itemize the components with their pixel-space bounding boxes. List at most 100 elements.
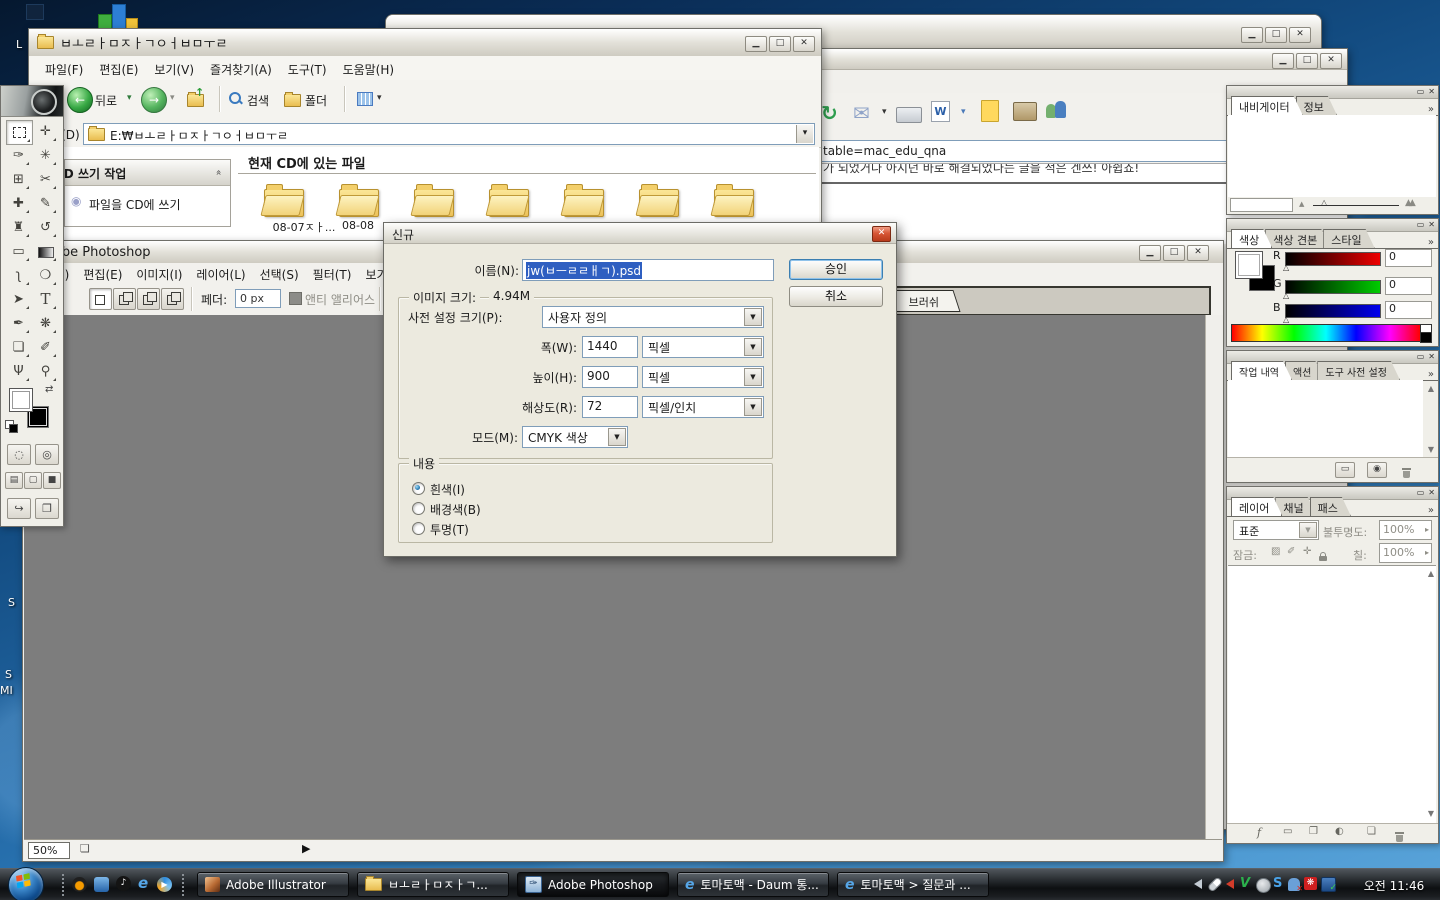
delete-layer-button[interactable] — [1395, 827, 1404, 846]
folder-item[interactable] — [639, 189, 679, 217]
lock-all-icon[interactable] — [1319, 546, 1327, 565]
radio-white-label[interactable]: 흰색(I) — [430, 481, 465, 498]
path-select-tool[interactable]: ➤ — [6, 288, 31, 311]
folder-item[interactable] — [339, 189, 379, 217]
layer-set-button[interactable]: ❐ — [1309, 826, 1318, 837]
taskbar-button-illustrator[interactable]: Adobe Illustrator — [197, 872, 349, 897]
dialog-close-button[interactable]: ✕ — [872, 226, 891, 242]
menu-view[interactable]: 보기(V) — [154, 61, 194, 78]
forward-dropdown-icon[interactable]: ▾ — [170, 93, 175, 103]
smudge-tool[interactable]: ʅ — [6, 264, 31, 287]
b-value-box[interactable]: 0 — [1385, 301, 1432, 319]
layer-effects-button[interactable]: f — [1257, 826, 1261, 839]
tab-info[interactable]: 정보 — [1296, 96, 1337, 115]
menu-layer[interactable]: 레이어(L) — [196, 266, 245, 283]
sponge-tool[interactable]: ❍ — [33, 264, 58, 287]
tab-layers[interactable]: 레이어 — [1231, 497, 1282, 516]
foreground-swatch[interactable] — [1235, 251, 1263, 279]
quicklaunch-icon-2[interactable] — [94, 877, 109, 892]
messenger-icon[interactable] — [1045, 100, 1067, 120]
selection-intersect-button[interactable] — [161, 288, 184, 310]
tray-skype-icon[interactable]: S — [1273, 876, 1282, 891]
layer-mask-button[interactable]: ▭ — [1283, 826, 1292, 837]
gradient-tool[interactable] — [33, 240, 58, 263]
folder-item[interactable] — [264, 189, 304, 217]
history-icon[interactable]: ↻ — [821, 101, 838, 125]
mail-dropdown-icon[interactable]: ▾ — [882, 107, 887, 117]
quicklaunch-icon-1[interactable] — [72, 877, 87, 892]
menu-edit[interactable]: 편집(E) — [83, 266, 122, 283]
menu-select[interactable]: 선택(S) — [260, 266, 299, 283]
status-expand-icon[interactable]: ▶ — [302, 842, 310, 855]
notes-icon[interactable] — [981, 100, 999, 122]
taskbar-button-photoshop[interactable]: ✑ Adobe Photoshop — [517, 872, 669, 897]
search-label[interactable]: 검색 — [247, 92, 269, 109]
spin-icon[interactable]: ▸ — [1425, 544, 1429, 562]
shape-tool[interactable]: ❋ — [33, 312, 58, 335]
views-dropdown-icon[interactable]: ▾ — [377, 93, 382, 103]
printer-icon[interactable] — [896, 107, 922, 123]
quicklaunch-ie-icon[interactable]: e — [138, 874, 148, 892]
scroll-up-icon[interactable]: ▲ — [1428, 569, 1434, 578]
move-tool[interactable]: ✛ — [33, 120, 58, 143]
screen-mode-full-menubar-button[interactable]: ▢ — [24, 472, 42, 489]
task-pane-item[interactable]: 파일을 CD에 쓰기 — [89, 196, 181, 213]
opacity-box[interactable]: 100% ▸ — [1379, 520, 1432, 540]
tray-agent-icon[interactable] — [1256, 878, 1271, 893]
panel-menu-icon[interactable]: » — [1424, 237, 1438, 248]
search-icon[interactable] — [229, 92, 242, 105]
zoom-out-icon[interactable]: ▲ — [1299, 200, 1304, 208]
folder-item[interactable] — [414, 189, 454, 217]
quicklaunch-grip[interactable] — [62, 874, 64, 896]
selection-add-button[interactable] — [113, 288, 136, 310]
minimize-button[interactable]: ▁ — [1139, 245, 1161, 261]
resolution-unit-combo[interactable]: 픽셀/인치 ▼ — [642, 396, 764, 418]
quicklaunch-media-icon[interactable]: ▶ — [157, 877, 172, 892]
panel-close-icon[interactable]: ✕ — [1428, 87, 1435, 96]
minimize-button[interactable]: ▁ — [745, 36, 767, 52]
quick-mask-mode-button[interactable]: ◎ — [35, 444, 59, 465]
slice-tool[interactable]: ✂ — [33, 168, 58, 191]
address-input[interactable]: E:₩ㅂㅗㄹㅏㅁㅈㅏㄱㅇㅓㅂㅁㅜㄹ ▾ — [83, 123, 815, 145]
tray-capsule-icon[interactable] — [1207, 876, 1223, 892]
dropdown-arrow-icon[interactable]: ▼ — [1299, 522, 1317, 538]
tab-tool-presets[interactable]: 도구 사전 설정 — [1317, 361, 1400, 380]
radio-background-color[interactable] — [412, 502, 425, 515]
tray-sound-icon[interactable] — [1226, 879, 1234, 889]
dropdown-arrow-icon[interactable]: ▼ — [744, 368, 762, 386]
brush-tool[interactable]: ✎ — [33, 192, 58, 215]
selection-new-button[interactable] — [89, 288, 112, 310]
tab-paths[interactable]: 패스 — [1310, 497, 1351, 516]
taskbar-button-folder[interactable]: ㅂㅗㄹㅏㅁㅈㅏㄱ... — [357, 872, 509, 897]
tray-v3-icon[interactable]: V — [1240, 876, 1250, 891]
antialias-checkbox[interactable] — [289, 292, 302, 305]
delete-state-button[interactable] — [1402, 463, 1411, 482]
favorites-book-icon[interactable] — [1013, 102, 1037, 121]
scroll-down-icon[interactable]: ▼ — [1428, 445, 1434, 454]
spectrum-black-cap[interactable] — [1420, 332, 1432, 343]
folder-item[interactable] — [489, 189, 529, 217]
fill-box[interactable]: 100% ▸ — [1379, 543, 1432, 563]
menu-file[interactable]: 파일(F) — [45, 61, 83, 78]
forward-button[interactable]: → — [141, 87, 167, 113]
width-input[interactable]: 1440 — [582, 336, 638, 358]
g-slider[interactable] — [1285, 280, 1381, 294]
panel-menu-icon[interactable]: » — [1424, 369, 1438, 380]
folder-item[interactable] — [564, 189, 604, 217]
zoom-value-box[interactable] — [1230, 198, 1293, 212]
new-snapshot-button[interactable]: ◉ — [1367, 462, 1387, 478]
menu-image[interactable]: 이미지(I) — [136, 266, 182, 283]
vertical-scrollbar[interactable] — [1205, 315, 1223, 839]
edit-dropdown-icon[interactable]: ▾ — [961, 107, 966, 117]
maximize-button[interactable]: □ — [1163, 245, 1185, 261]
panel-minimize-icon[interactable]: ▭ — [1417, 87, 1425, 96]
panel-menu-icon[interactable]: » — [1424, 505, 1438, 516]
panel-minimize-icon[interactable]: ▭ — [1417, 352, 1425, 361]
maximize-button[interactable]: □ — [1296, 53, 1318, 69]
name-input[interactable]: jw(ㅂㅡㄹㄹㅐㄱ).psd — [522, 259, 774, 281]
dropdown-arrow-icon[interactable]: ▼ — [744, 338, 762, 356]
folders-icon[interactable] — [284, 94, 301, 107]
folder-label[interactable]: 08-08 — [328, 219, 388, 232]
default-colors-icon[interactable] — [5, 420, 17, 432]
start-button[interactable] — [8, 867, 44, 900]
